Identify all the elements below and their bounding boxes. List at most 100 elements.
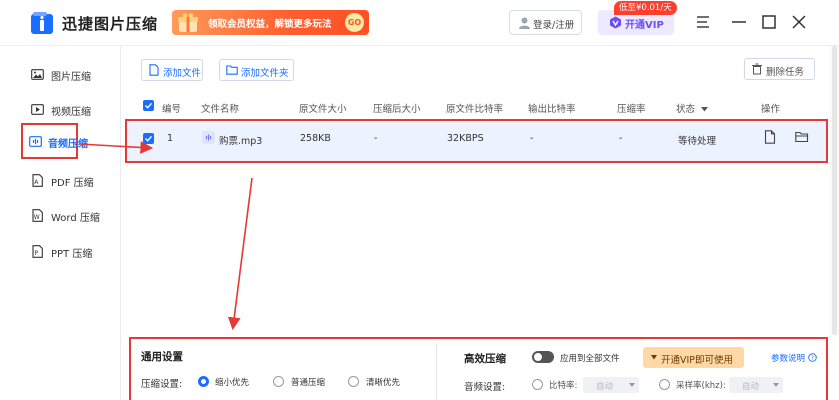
add-file-button[interactable]: 添加文件 <box>141 59 203 81</box>
sort-caret-icon <box>701 107 709 112</box>
delete-task-label: 删除任务 <box>766 67 805 78</box>
sidebar-item-label: 音频压缩 <box>48 139 88 150</box>
minimize-icon[interactable] <box>730 12 748 32</box>
pdf-icon: A <box>32 174 43 187</box>
bitrate-label: 比特率: <box>549 381 578 391</box>
bitrate-value: 自动 <box>596 382 614 392</box>
ppt-icon: P <box>32 245 43 258</box>
sidebar-item-label: Word 压缩 <box>51 213 100 224</box>
svg-text:W: W <box>34 214 40 221</box>
title-bar: 迅捷图片压缩 领取会员权益，解锁更多玩法 GO 登录/注册 开通VIP 低至¥0… <box>0 0 839 46</box>
sidebar-item-label: 视频压缩 <box>51 107 91 118</box>
header-file-name: 文件名称 <box>201 104 240 115</box>
select-all-checkbox[interactable] <box>143 100 154 111</box>
header-ratio: 压缩率 <box>617 104 646 115</box>
sidebar-item-video[interactable]: 视频压缩 <box>23 91 123 127</box>
option-normal: 普通压缩 <box>291 378 326 388</box>
trash-icon <box>752 63 762 75</box>
file-add-icon <box>149 64 159 76</box>
promo-banner[interactable]: 领取会员权益，解锁更多玩法 GO <box>172 10 369 35</box>
radio-bitrate[interactable] <box>532 379 543 390</box>
app-title: 迅捷图片压缩 <box>62 15 159 33</box>
sidebar-item-label: PPT 压缩 <box>51 249 93 260</box>
sidebar-item-image[interactable]: 图片压缩 <box>23 56 123 92</box>
app-logo-icon <box>31 12 53 34</box>
row-output-bitrate: - <box>530 133 534 144</box>
chevron-down-icon <box>629 383 635 387</box>
samplerate-select[interactable]: 自动 <box>729 377 783 393</box>
word-icon: W <box>32 209 43 222</box>
header-original-bitrate: 原文件比特率 <box>446 104 504 115</box>
radio-samplerate[interactable] <box>659 379 670 390</box>
header-status-label: 状态 <box>676 104 696 115</box>
header-status[interactable]: 状态 <box>676 101 709 115</box>
promo-text: 领取会员权益，解锁更多玩法 <box>208 19 332 30</box>
header-original-size: 原文件大小 <box>299 104 347 115</box>
param-help-link[interactable]: 参数说明 ? <box>771 352 817 364</box>
table-header: 编号 文件名称 原文件大小 压缩后大小 原文件比特率 输出比特率 压缩率 状态 … <box>122 96 839 118</box>
audio-icon <box>29 136 42 147</box>
close-icon[interactable] <box>790 12 808 32</box>
svg-text:A: A <box>34 179 39 186</box>
apply-all-label: 应用到全部文件 <box>560 354 620 364</box>
sidebar-item-label: PDF 压缩 <box>51 178 94 189</box>
sidebar-item-audio[interactable]: 音频压缩 <box>21 123 88 159</box>
scrollbar-thumb[interactable] <box>832 46 837 335</box>
header-output-bitrate: 输出比特率 <box>528 104 576 115</box>
samplerate-label: 采样率(khz): <box>676 381 726 391</box>
chevron-down-icon <box>773 383 779 387</box>
efficient-compress-toggle[interactable] <box>532 351 554 363</box>
delete-task-button[interactable]: 删除任务 <box>744 58 815 80</box>
caret-icon <box>651 355 657 360</box>
login-label: 登录/注册 <box>533 20 575 31</box>
image-icon <box>31 69 44 80</box>
add-file-label: 添加文件 <box>163 68 202 79</box>
efficient-compress-title: 高效压缩 <box>464 353 506 365</box>
radio-shrink-first[interactable] <box>198 376 209 387</box>
user-icon <box>519 17 530 29</box>
row-checkbox[interactable] <box>143 133 154 144</box>
samplerate-value: 自动 <box>742 382 760 392</box>
option-shrink-first: 缩小优先 <box>215 378 250 388</box>
folder-add-icon <box>226 65 238 75</box>
row-index: 1 <box>167 133 174 144</box>
sidebar-item-ppt[interactable]: P PPT 压缩 <box>23 233 123 269</box>
add-folder-label: 添加文件夹 <box>241 68 289 79</box>
scrollbar[interactable] <box>830 46 839 336</box>
open-folder-icon[interactable] <box>795 131 809 143</box>
login-button[interactable]: 登录/注册 <box>509 10 582 35</box>
open-file-icon[interactable] <box>764 130 776 144</box>
audio-file-icon <box>202 131 215 144</box>
radio-normal[interactable] <box>273 376 284 387</box>
vip-label: 开通VIP <box>625 20 664 31</box>
gift-icon <box>178 13 198 32</box>
sidebar-item-pdf[interactable]: A PDF 压缩 <box>23 162 123 198</box>
vip-crown-icon <box>610 16 621 29</box>
settings-panel: 通用设置 压缩设置: 缩小优先 普通压缩 清晰优先 高效压缩 应用到全部文件 开… <box>129 337 828 400</box>
maximize-icon[interactable] <box>760 12 778 32</box>
svg-text:?: ? <box>811 355 814 362</box>
promo-go-button[interactable]: GO <box>345 13 364 32</box>
row-original-size: 258KB <box>300 133 331 144</box>
svg-text:P: P <box>35 250 39 257</box>
param-help-label: 参数说明 <box>771 354 806 364</box>
option-clear-first: 清晰优先 <box>366 378 401 388</box>
audio-settings-label: 音频设置: <box>464 382 506 393</box>
row-original-bitrate: 32KBPS <box>447 133 484 144</box>
vip-price-badge: 低至¥0.01/天 <box>614 1 677 15</box>
general-settings-title: 通用设置 <box>141 351 183 363</box>
vip-unlock-button[interactable]: 开通VIP即可使用 <box>643 347 744 368</box>
header-index: 编号 <box>162 104 182 115</box>
table-row[interactable]: 1 购票.mp3 258KB - 32KBPS - - 等待处理 <box>125 119 828 163</box>
row-file-name: 购票.mp3 <box>219 136 263 147</box>
menu-icon[interactable] <box>694 12 712 32</box>
sidebar-item-label: 图片压缩 <box>51 72 91 83</box>
video-icon <box>31 104 44 115</box>
settings-divider <box>436 343 437 400</box>
compress-settings-label: 压缩设置: <box>141 379 183 390</box>
bitrate-select[interactable]: 自动 <box>583 377 639 393</box>
sidebar: 图片压缩 视频压缩 音频压缩 A PDF 压缩 W Word 压缩 P PPT … <box>0 46 121 400</box>
sidebar-item-word[interactable]: W Word 压缩 <box>23 197 123 233</box>
radio-clear-first[interactable] <box>348 376 359 387</box>
add-folder-button[interactable]: 添加文件夹 <box>219 59 294 81</box>
